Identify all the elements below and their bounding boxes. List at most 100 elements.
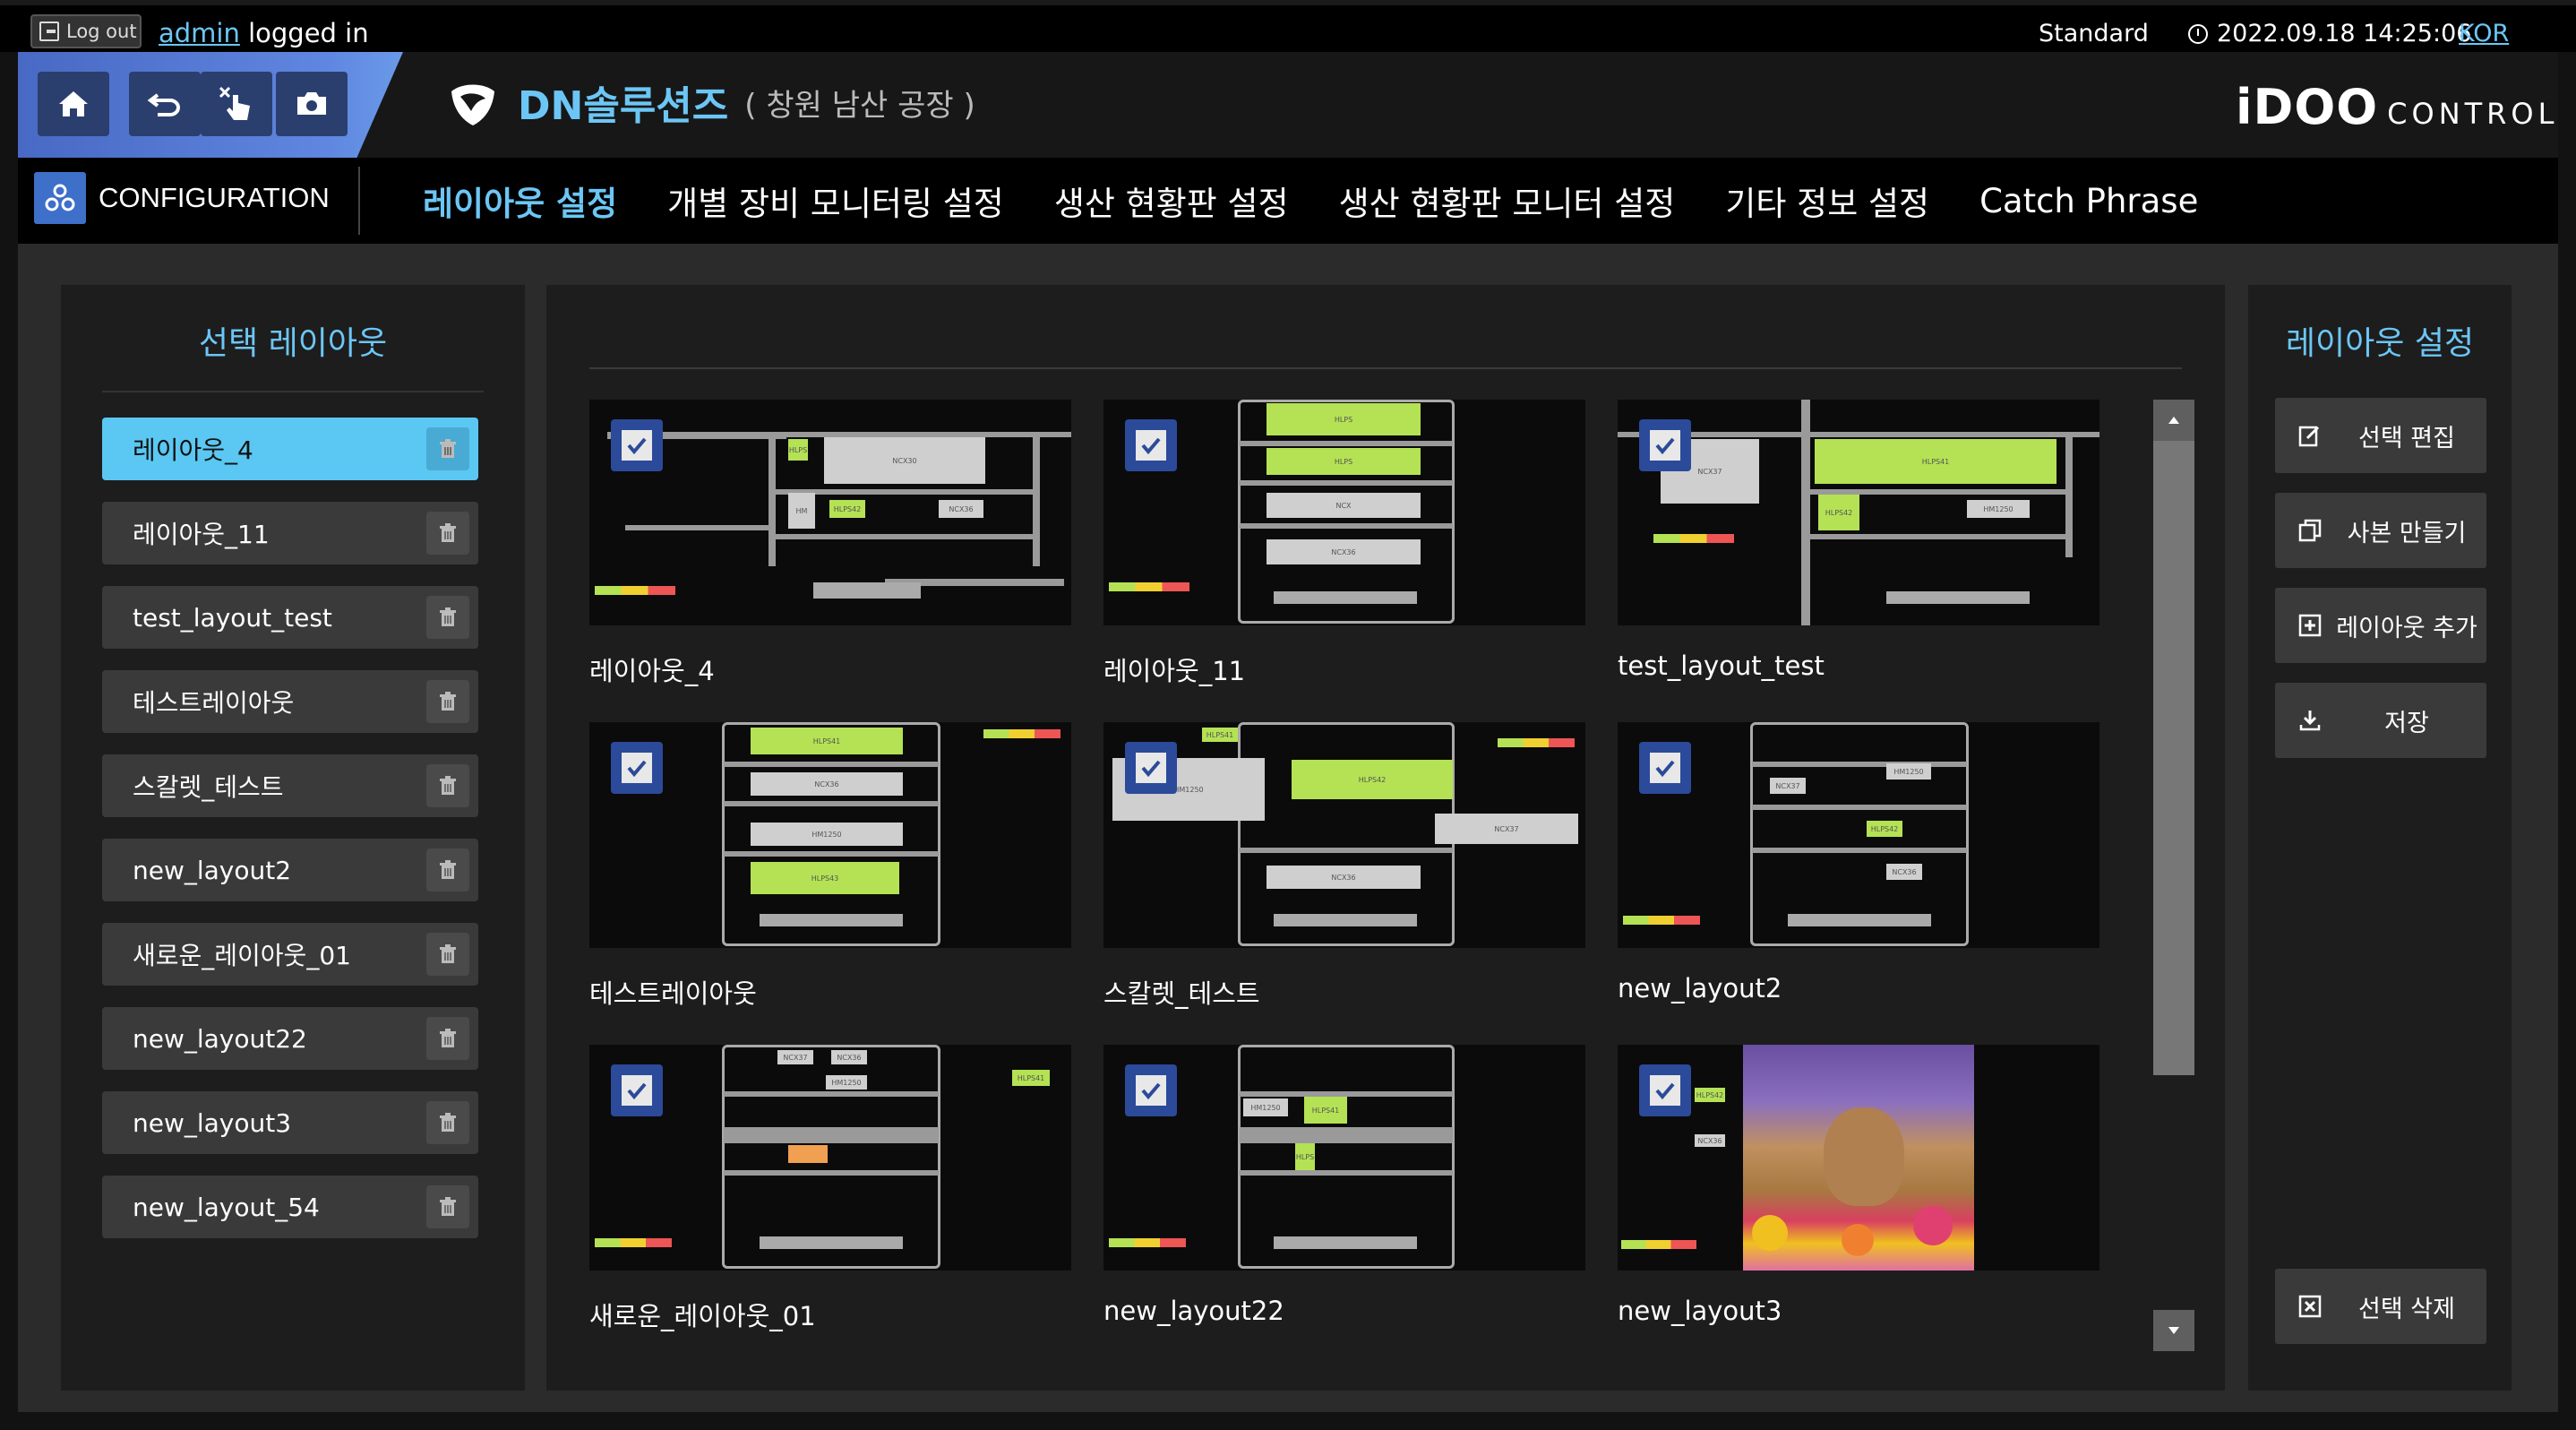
clock-icon (2188, 23, 2208, 44)
layout-thumbnail[interactable]: HLPS42 NCX36 (1618, 1045, 2099, 1271)
layout-list-item[interactable]: 새로운_레이아웃_01 (102, 923, 478, 986)
layout-card[interactable]: NCX37 HM1250 HLPS42 NCX36 new_layout2 (1618, 722, 2099, 1004)
layout-thumbnail[interactable]: NCX37 NCX36 HM1250 HLPS41 (589, 1045, 1071, 1271)
layout-thumbnail[interactable]: HLPS41 HM1250 HLPS42 NCX37 NCX36 (1103, 722, 1585, 948)
main-area: 선택 레이아웃 레이아웃_4 레이아웃_11 test_layout_test 테스트… (18, 244, 2558, 1430)
delete-layout-button[interactable] (426, 427, 469, 470)
delete-layout-button[interactable] (426, 849, 469, 892)
layout-checkbox[interactable] (1639, 1064, 1691, 1116)
touch-button[interactable] (201, 72, 272, 136)
layout-settings-panel: 레이아웃 설정 선택 편집 사본 만들기 레이아웃 추가 저장 선택 삭제 (2248, 285, 2512, 1391)
tab-machine-monitoring[interactable]: 개별 장비 모니터링 설정 (667, 177, 1004, 225)
layout-list-title: 선택 레이아웃 (198, 325, 388, 362)
add-layout-button[interactable]: 레이아웃 추가 (2275, 588, 2486, 663)
layout-list-item-label: new_layout22 (133, 1023, 307, 1054)
edit-selected-button[interactable]: 선택 편집 (2275, 398, 2486, 473)
logout-label: Log out (66, 21, 137, 42)
layout-card[interactable]: NCX37 NCX36 HM1250 HLPS41 새로운_레이아웃_01 (589, 1045, 1071, 1333)
layout-checkbox[interactable] (1125, 742, 1177, 794)
layout-checkbox[interactable] (1125, 419, 1177, 471)
delete-layout-button[interactable] (426, 512, 469, 555)
delete-layout-button[interactable] (426, 680, 469, 723)
logout-button[interactable]: Log out (30, 14, 142, 48)
layout-list-item[interactable]: new_layout3 (102, 1091, 478, 1154)
layout-list-item[interactable]: 레이아웃_11 (102, 502, 478, 564)
layout-list-item-label: 레이아웃_11 (133, 520, 270, 549)
layout-card[interactable]: HLPS NCX30 HM HLPS42 NCX36 레이아웃_4 (589, 400, 1071, 688)
check-icon (1655, 437, 1675, 455)
layout-caption: new_layout3 (1618, 1296, 1782, 1326)
layout-list-item-label: 레이아웃_4 (133, 435, 253, 465)
save-button[interactable]: 저장 (2275, 683, 2486, 758)
scrollbar-thumb[interactable] (2153, 400, 2194, 1075)
gallery-scrollbar[interactable] (2153, 400, 2194, 1351)
edit-icon (2298, 426, 2320, 447)
delete-layout-button[interactable] (426, 933, 469, 976)
scroll-up-button[interactable] (2153, 400, 2194, 441)
home-icon (59, 91, 88, 116)
tab-catch-phrase[interactable]: Catch Phrase (1979, 182, 2198, 220)
language-link[interactable]: KOR (2459, 20, 2509, 47)
layout-list-item[interactable]: new_layout_54 (102, 1176, 478, 1238)
tab-production-board[interactable]: 생산 현황판 설정 (1054, 177, 1289, 225)
layout-checkbox[interactable] (1639, 742, 1691, 794)
user-link[interactable]: admin (159, 18, 240, 48)
delete-layout-button[interactable] (426, 1017, 469, 1060)
birthday-image (1743, 1045, 1974, 1271)
configuration-icon (34, 172, 86, 224)
layout-checkbox[interactable] (1125, 1064, 1177, 1116)
nav-tabs: 레이아웃 설정 개별 장비 모니터링 설정 생산 현황판 설정 생산 현황판 모… (423, 158, 2198, 244)
tab-other-info[interactable]: 기타 정보 설정 (1725, 177, 1929, 225)
tab-production-board-monitor[interactable]: 생산 현황판 모니터 설정 (1339, 177, 1676, 225)
layout-thumbnail[interactable]: NCX37 HLPS41 HLPS42 HM1250 (1618, 400, 2099, 625)
layout-list-item[interactable]: new_layout2 (102, 839, 478, 901)
layout-list-item[interactable]: 레이아웃_4 (102, 418, 478, 480)
delete-layout-button[interactable] (426, 1101, 469, 1144)
layout-checkbox[interactable] (611, 1064, 663, 1116)
layout-thumbnail[interactable]: NCX37 HM1250 HLPS42 NCX36 (1618, 722, 2099, 948)
delete-layout-button[interactable] (426, 1185, 469, 1228)
layout-card[interactable]: HLPS41 HM1250 HLPS42 NCX37 NCX36 스칼렛_테스트 (1103, 722, 1585, 1011)
layout-thumbnail[interactable]: HLPS HLPS NCX NCX36 (1103, 400, 1585, 625)
logged-in-text: logged in (239, 18, 369, 48)
layout-checkbox[interactable] (611, 742, 663, 794)
duplicate-button[interactable]: 사본 만들기 (2275, 493, 2486, 568)
delete-layout-button[interactable] (426, 764, 469, 807)
layout-caption: 테스트레이아웃 (589, 978, 757, 1009)
product-suffix: CONTROL (2387, 97, 2559, 131)
layout-card[interactable]: HM1250 HLPS41 HLPS new_layout22 (1103, 1045, 1585, 1326)
layout-list-item-label: new_layout2 (133, 855, 292, 885)
layout-thumbnail[interactable]: HM1250 HLPS41 HLPS (1103, 1045, 1585, 1271)
delete-selected-button[interactable]: 선택 삭제 (2275, 1269, 2486, 1344)
layout-list-item[interactable]: test_layout_test (102, 586, 478, 649)
company-logo (451, 84, 494, 125)
layout-card[interactable]: HLPS42 NCX36 new_layout3 (1618, 1045, 2099, 1326)
trash-icon (440, 1197, 456, 1216)
back-button[interactable] (129, 72, 201, 136)
layout-card[interactable]: NCX37 HLPS41 HLPS42 HM1250 test_layout_t… (1618, 400, 2099, 681)
product-logo: iDOO CONTROL (2236, 79, 2558, 135)
layout-checkbox[interactable] (1639, 419, 1691, 471)
layout-list-item-label: test_layout_test (133, 602, 332, 633)
camera-button[interactable] (276, 72, 348, 136)
trash-icon (440, 944, 456, 963)
home-button[interactable] (38, 72, 109, 136)
layout-thumbnail[interactable]: HLPS41 NCX36 HM1250 HLPS43 (589, 722, 1071, 948)
layout-checkbox[interactable] (611, 419, 663, 471)
scroll-down-button[interactable] (2153, 1310, 2194, 1351)
trash-icon (440, 607, 456, 626)
layout-settings-title: 레이아웃 설정 (2285, 325, 2475, 362)
layout-list-item[interactable]: 테스트레이아웃 (102, 670, 478, 733)
header: DN솔루션즈 ( 창원 남산 공장 ) iDOO CONTROL (18, 52, 2558, 158)
undo-icon (147, 93, 180, 116)
layout-thumbnail[interactable]: HLPS NCX30 HM HLPS42 NCX36 (589, 400, 1071, 625)
layout-list-item[interactable]: 스칼렛_테스트 (102, 754, 478, 817)
tab-layout-settings[interactable]: 레이아웃 설정 (423, 177, 617, 225)
configuration-section: CONFIGURATION (34, 172, 330, 224)
delete-selected-label: 선택 삭제 (2358, 1295, 2455, 1323)
layout-card[interactable]: HLPS HLPS NCX NCX36 레이아웃_11 (1103, 400, 1585, 688)
delete-layout-button[interactable] (426, 596, 469, 639)
layout-list-item-label: 스칼렛_테스트 (133, 772, 284, 802)
layout-list-item[interactable]: new_layout22 (102, 1007, 478, 1070)
layout-card[interactable]: HLPS41 NCX36 HM1250 HLPS43 테스트레이아웃 (589, 722, 1071, 1011)
